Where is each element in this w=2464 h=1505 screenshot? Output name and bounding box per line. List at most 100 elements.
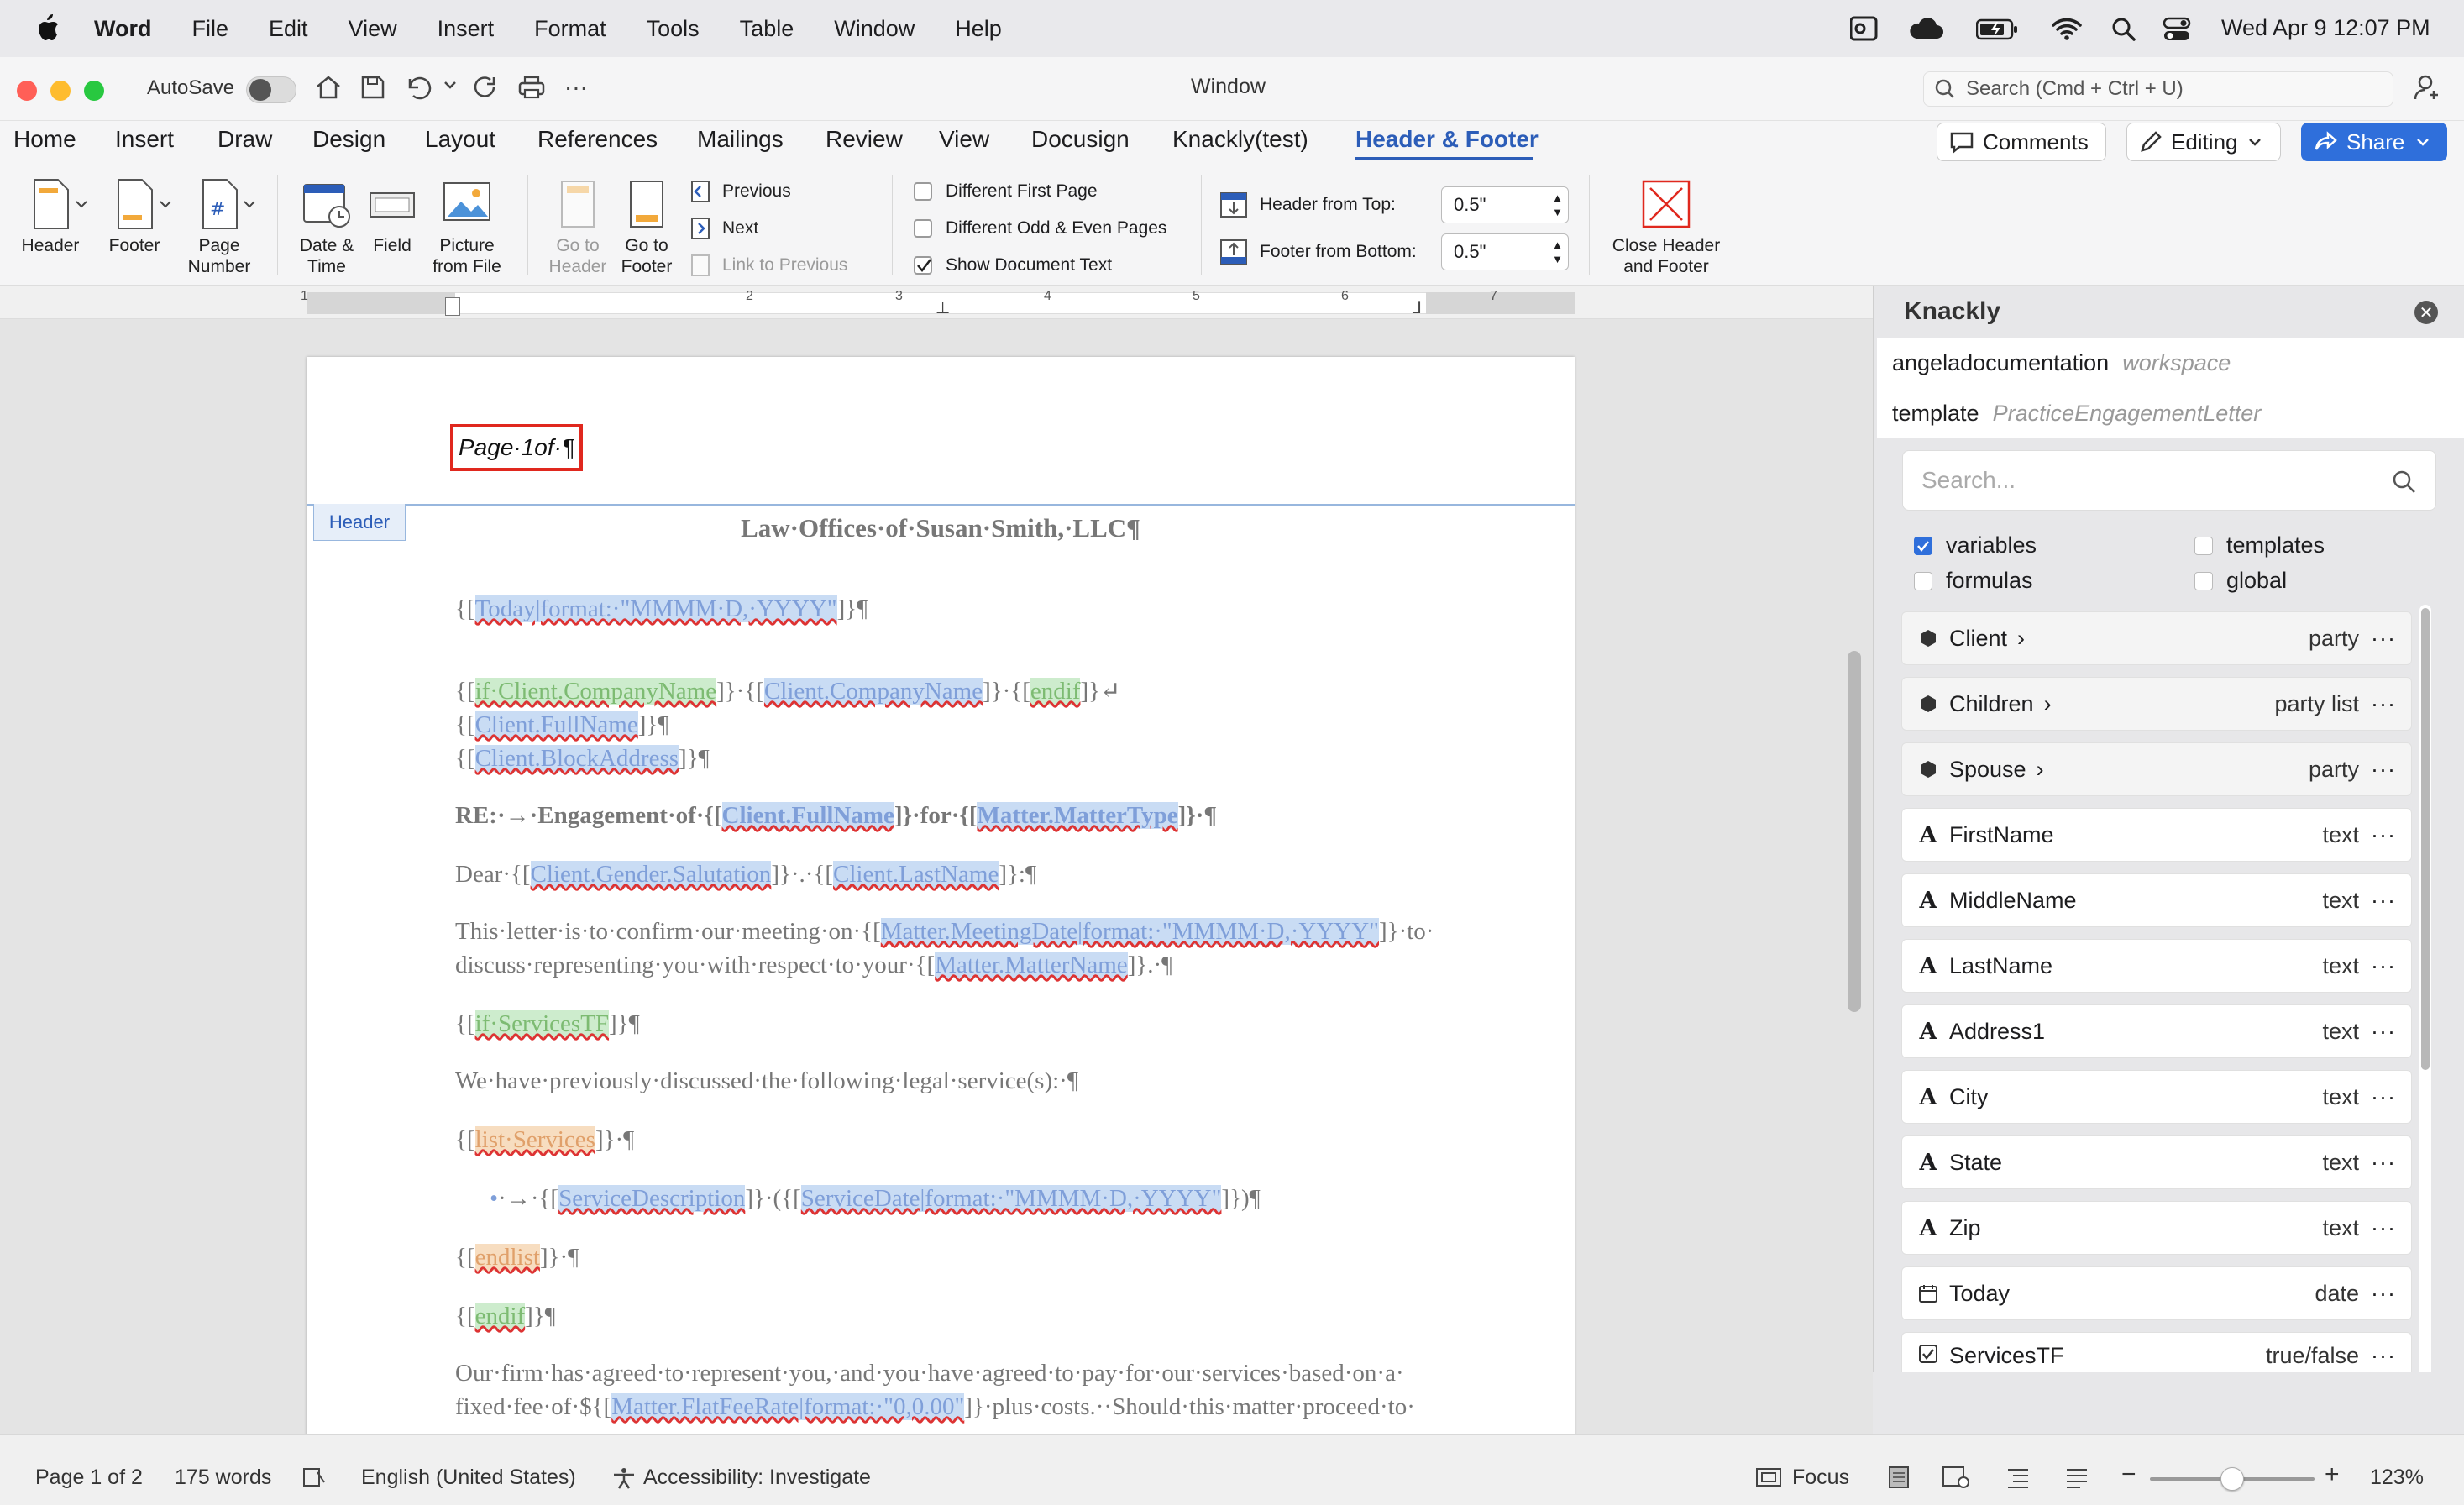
zoom-out-icon[interactable]: − [2121,1460,2136,1489]
document-line[interactable]: {[Client.BlockAddress]}¶ [455,742,710,775]
menu-insert[interactable]: Insert [438,16,495,42]
web-layout-icon[interactable] [1942,1466,1970,1489]
variable-row-children[interactable]: Children › party list ··· [1901,677,2412,731]
document-line[interactable]: {[endif]}¶ [455,1299,556,1333]
tab-references[interactable]: References [537,126,658,153]
variable-row-zip[interactable]: A Zip text ··· [1901,1201,2412,1255]
header-from-top-input[interactable]: 0.5" ▲ ▼ [1441,186,1569,223]
more-options-icon[interactable]: ··· [2371,757,2396,783]
variable-row-servicestf[interactable]: ServicesTF true/false ··· [1901,1332,2412,1372]
stepper-icon[interactable]: ▲ ▼ [1552,191,1563,219]
document-line[interactable]: {[if·ServicesTF]}¶ [455,1007,640,1041]
app-name[interactable]: Word [94,16,152,42]
home-icon[interactable] [314,74,343,105]
menu-format[interactable]: Format [534,16,606,42]
variable-row-firstname[interactable]: A FirstName text ··· [1901,808,2412,862]
document-line[interactable]: We·have·previously·discussed·the·followi… [455,1064,1078,1098]
variable-row-spouse[interactable]: Spouse › party ··· [1901,742,2412,796]
document-line[interactable]: discuss·representing·you·with·respect·to… [455,948,1172,982]
more-options-icon[interactable]: ··· [2371,691,2396,717]
close-window-button[interactable] [17,81,37,101]
vertical-scrollbar-thumb[interactable] [1848,651,1861,1012]
document-line[interactable]: {[if·Client.CompanyName]}·{[Client.Compa… [455,674,1120,708]
filter-variables-checkbox[interactable]: variables [1914,532,2037,558]
draft-view-icon[interactable] [2064,1466,2089,1489]
focus-label[interactable]: Focus [1792,1466,1849,1490]
header-dropdown-icon[interactable] [76,200,87,208]
variable-row-today[interactable]: Today date ··· [1901,1266,2412,1320]
focus-icon[interactable] [1755,1467,1782,1487]
accessibility-icon[interactable] [611,1467,637,1489]
control-center-icon[interactable] [2163,17,2191,48]
center-tab-stop-icon[interactable]: ⊥ [936,297,950,318]
document-line[interactable]: {[Today|format:·"MMMM·D,·YYYY"]}¶ [455,592,868,626]
cloud-icon[interactable] [1908,17,1945,48]
document-line[interactable]: RE:·→·Engagement·of·{[Client.FullName]}·… [455,799,1217,832]
more-options-icon[interactable]: ··· [2371,1019,2396,1045]
zoom-window-button[interactable] [84,81,104,101]
footer-button[interactable]: Footer [99,178,170,279]
save-icon[interactable] [359,74,386,105]
tab-header-footer[interactable]: Header & Footer [1355,126,1539,153]
variable-search-input[interactable]: Search... [1902,450,2436,511]
search-icon[interactable] [2392,469,2417,495]
spotlight-search-icon[interactable] [2111,17,2136,48]
share-button[interactable]: Share [2301,123,2447,161]
previous-button[interactable]: Previous [689,180,791,203]
wifi-icon[interactable] [2052,17,2082,46]
footer-from-bottom-input[interactable]: 0.5" ▲ ▼ [1441,233,1569,270]
clock[interactable]: Wed Apr 9 12:07 PM [2221,15,2430,41]
more-options-icon[interactable]: ··· [2371,953,2396,979]
document-line[interactable]: {[endlist]}·¶ [455,1240,579,1274]
undo-icon[interactable] [405,74,433,105]
tab-layout[interactable]: Layout [425,126,495,153]
tab-mailings[interactable]: Mailings [697,126,784,153]
document-list-item[interactable]: •·→·{[ServiceDescription]}·({[ServiceDat… [490,1182,1261,1215]
show-document-text-checkbox[interactable]: Show Document Text [914,255,1112,275]
more-options-icon[interactable]: ··· [2371,1343,2396,1369]
expand-chevron-icon[interactable]: › [2017,626,2309,652]
filter-formulas-checkbox[interactable]: formulas [1914,568,2033,594]
horizontal-ruler[interactable]: 1 2 3 4 5 6 7 ⊥ ⅃ [0,286,1873,319]
accessibility-status[interactable]: Accessibility: Investigate [643,1466,871,1490]
stepper-icon[interactable]: ▲ ▼ [1552,238,1563,266]
menu-window[interactable]: Window [834,16,915,42]
more-options-icon[interactable]: ··· [2371,888,2396,914]
document-line[interactable]: fixed·fee·of·${[Matter.FlatFeeRate|forma… [455,1390,1415,1424]
print-layout-icon[interactable] [1886,1466,1911,1489]
tab-review[interactable]: Review [826,126,903,153]
more-options-icon[interactable]: ··· [2371,626,2396,652]
panel-scrollbar-thumb[interactable] [2421,608,2430,1070]
redo-icon[interactable] [472,74,499,105]
variable-row-state[interactable]: A State text ··· [1901,1135,2412,1189]
search-box[interactable]: Search (Cmd + Ctrl + U) [1923,71,2393,107]
tab-draw[interactable]: Draw [218,126,272,153]
variable-row-city[interactable]: A City text ··· [1901,1070,2412,1124]
document-line[interactable]: Dear·{[Client.Gender.Salutation]}·.·{[Cl… [455,857,1036,891]
tab-docusign[interactable]: Docusign [1031,126,1130,153]
variable-row-middlename[interactable]: A MiddleName text ··· [1901,873,2412,927]
right-tab-stop-icon[interactable]: ⅃ [1413,297,1422,318]
document-line[interactable]: This·letter·is·to·confirm·our·meeting·on… [455,915,1434,948]
close-panel-icon[interactable]: ✕ [2414,301,2438,324]
zoom-level[interactable]: 123% [2370,1466,2424,1490]
document-line[interactable]: {[list·Services]}·¶ [455,1123,634,1156]
undo-dropdown-icon[interactable] [443,79,457,94]
more-options-icon[interactable]: ··· [2371,1215,2396,1241]
word-count[interactable]: 175 words [175,1466,271,1490]
zoom-slider-thumb[interactable] [2220,1467,2244,1491]
menu-edit[interactable]: Edit [269,16,308,42]
close-header-footer-button[interactable]: Close Header and Footer [1602,178,1730,279]
outline-view-icon[interactable] [2005,1466,2031,1489]
editing-mode-button[interactable]: Editing [2126,123,2281,161]
different-odd-even-checkbox[interactable]: Different Odd & Even Pages [914,218,1166,239]
comments-button[interactable]: Comments [1937,123,2106,161]
tab-insert[interactable]: Insert [115,126,174,153]
more-options-icon[interactable]: ··· [2371,822,2396,848]
battery-icon[interactable] [1975,18,2018,46]
document-page[interactable]: Page·1of·¶ Header Law·Offices·of·Susan·S… [307,357,1575,1434]
proofing-icon[interactable] [302,1467,328,1487]
minimize-window-button[interactable] [50,81,71,101]
date-time-button[interactable]: Date & Time [291,178,363,279]
picture-from-file-button[interactable]: Picture from File [427,178,507,279]
